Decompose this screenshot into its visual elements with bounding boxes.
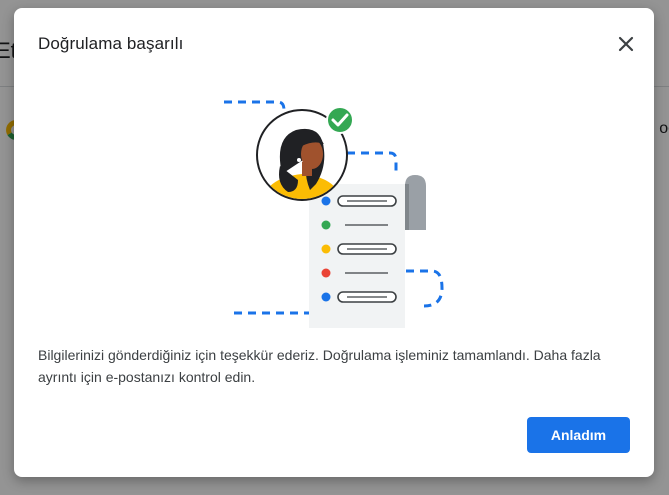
check-circle-icon <box>326 106 354 134</box>
dashed-connector-right <box>347 151 398 176</box>
dashed-connector-top <box>224 100 286 111</box>
screen: Et oo Doğrulama başarılı <box>0 0 669 495</box>
verification-success-dialog: Doğrulama başarılı Bilgilerinizi gönderd… <box>14 8 654 477</box>
verified-user-checklist-illustration <box>224 100 444 328</box>
dialog-title: Doğrulama başarılı <box>38 34 184 53</box>
close-button[interactable] <box>612 30 640 58</box>
got-it-button[interactable]: Anladım <box>527 417 630 453</box>
checklist-document-icon <box>309 175 426 328</box>
dialog-message: Bilgilerinizi gönderdiğiniz için teşekkü… <box>38 347 601 385</box>
close-icon <box>618 36 634 52</box>
dashed-connector-scroll <box>406 269 444 308</box>
